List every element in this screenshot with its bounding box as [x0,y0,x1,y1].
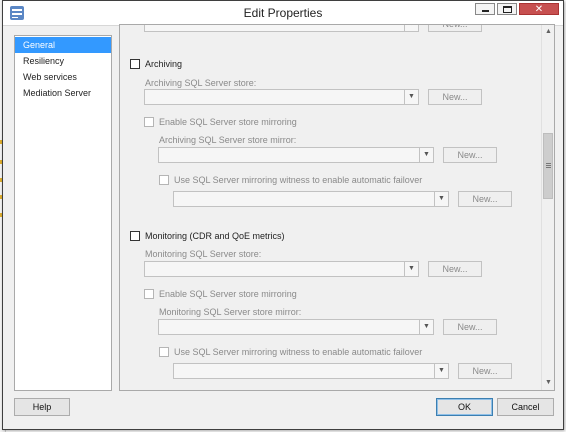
archiving-witness-combo[interactable]: ▼ [173,191,449,207]
monitoring-mirror-new-button[interactable]: New... [443,319,497,335]
nav-item-resiliency[interactable]: Resiliency [15,53,111,69]
monitoring-store-combo[interactable]: ▼ [144,261,419,277]
archiving-mirroring-label: Enable SQL Server store mirroring [159,117,297,127]
nav-item-mediation-server[interactable]: Mediation Server [15,85,111,101]
grip-line [546,163,551,164]
scrollbar-thumb[interactable] [543,133,553,199]
scroll-down-icon[interactable]: ▼ [543,377,554,389]
scroll-up-icon[interactable]: ▲ [543,26,554,38]
properties-panel[interactable]: ▼ New... Archiving Archiving SQL Server … [119,24,555,391]
monitoring-witness-checkbox[interactable] [159,347,169,357]
monitoring-witness-combo[interactable]: ▼ [173,363,449,379]
monitoring-witness-label: Use SQL Server mirroring witness to enab… [174,347,423,357]
monitoring-mirroring-checkbox[interactable] [144,289,154,299]
archiving-mirror-store-combo[interactable]: ▼ [158,147,434,163]
monitoring-mirror-store-combo[interactable]: ▼ [158,319,434,335]
monitoring-mirror-store-label: Monitoring SQL Server store mirror: [159,307,302,317]
archiving-mirroring-checkbox[interactable] [144,117,154,127]
maximize-button[interactable] [497,3,517,15]
archiving-store-label: Archiving SQL Server store: [145,78,257,88]
chevron-down-icon: ▼ [434,192,448,206]
close-button[interactable]: ✕ [519,3,559,15]
help-button[interactable]: Help [14,398,70,416]
archiving-checkbox[interactable] [130,59,140,69]
monitoring-mirroring-label: Enable SQL Server store mirroring [159,289,297,299]
archiving-witness-label: Use SQL Server mirroring witness to enab… [174,175,423,185]
monitoring-label: Monitoring (CDR and QoE metrics) [145,231,285,241]
window-controls: ✕ [475,3,559,15]
edit-properties-dialog: Edit Properties ✕ General Resiliency Web… [2,0,564,430]
archiving-new-button[interactable]: New... [428,89,482,105]
chevron-down-icon: ▼ [419,320,433,334]
nav-item-general[interactable]: General [15,37,111,53]
minimize-icon [482,10,489,12]
archiving-store-combo[interactable]: ▼ [144,89,419,105]
monitoring-witness-new-button[interactable]: New... [458,363,512,379]
previous-new-button[interactable]: New... [428,25,482,32]
title-bar[interactable]: Edit Properties ✕ [3,1,563,26]
chevron-down-icon: ▼ [434,364,448,378]
minimize-button[interactable] [475,3,495,15]
chevron-down-icon: ▼ [404,90,418,104]
monitoring-store-label: Monitoring SQL Server store: [145,249,262,259]
chevron-down-icon: ▼ [419,148,433,162]
cancel-button[interactable]: Cancel [497,398,554,416]
close-icon: ✕ [534,4,544,15]
vertical-scrollbar[interactable]: ▲ ▼ [541,25,554,390]
maximize-icon [503,6,512,13]
archiving-witness-new-button[interactable]: New... [458,191,512,207]
grip-line [546,165,551,166]
grip-line [546,167,551,168]
archiving-mirror-store-label: Archiving SQL Server store mirror: [159,135,297,145]
archiving-mirror-new-button[interactable]: New... [443,147,497,163]
chevron-down-icon: ▼ [404,25,418,31]
ok-button[interactable]: OK [436,398,493,416]
monitoring-checkbox[interactable] [130,231,140,241]
monitoring-new-button[interactable]: New... [428,261,482,277]
previous-store-combo[interactable]: ▼ [144,25,419,32]
settings-nav: General Resiliency Web services Mediatio… [14,35,112,391]
nav-item-web-services[interactable]: Web services [15,69,111,85]
archiving-label: Archiving [145,59,183,69]
archiving-witness-checkbox[interactable] [159,175,169,185]
chevron-down-icon: ▼ [404,262,418,276]
